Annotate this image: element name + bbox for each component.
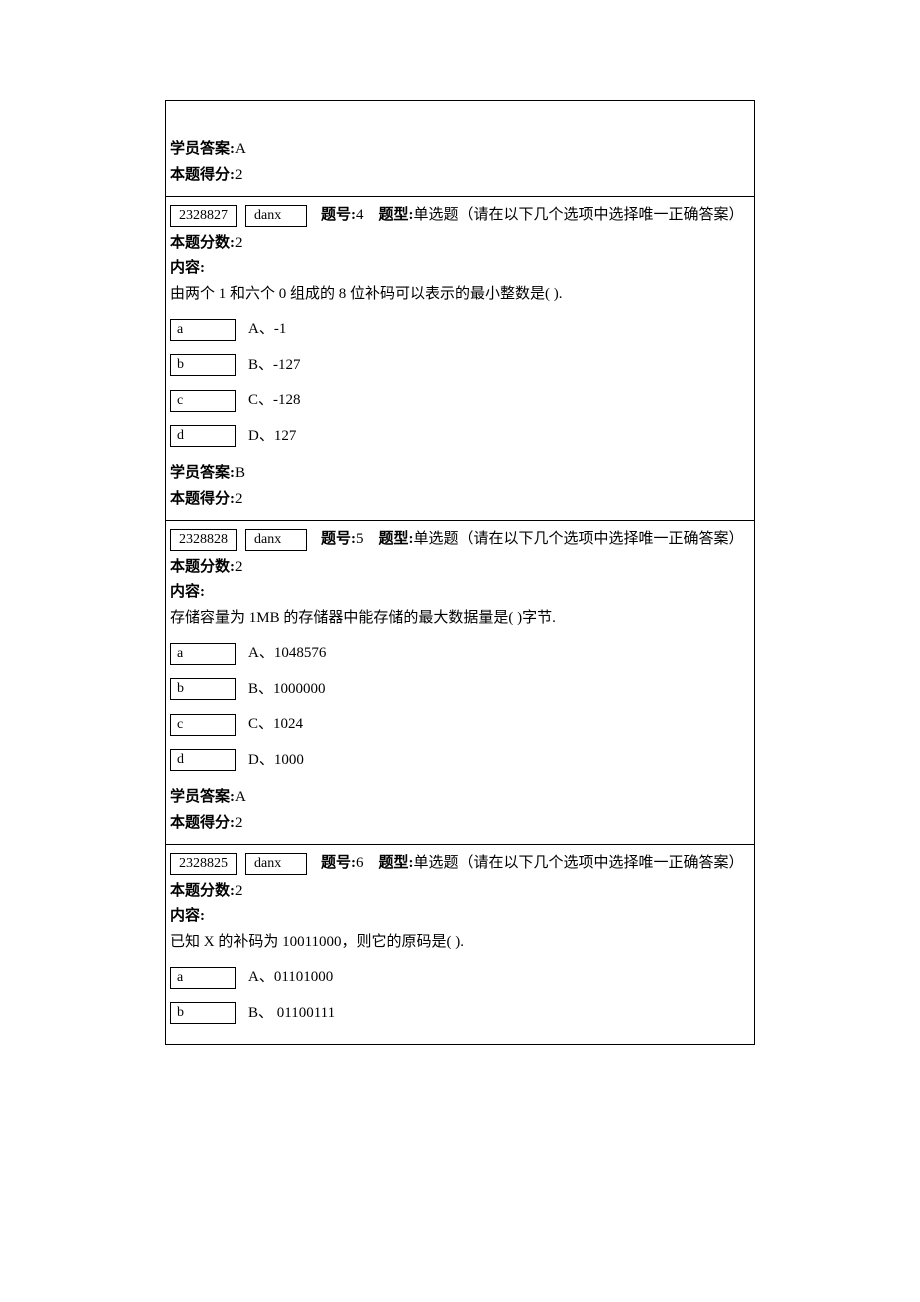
q6-content: 已知 X 的补码为 10011000，则它的原码是( ). — [170, 930, 750, 956]
q5-content: 存储容量为 1MB 的存储器中能存储的最大数据量是( )字节. — [170, 606, 750, 632]
score-earned-label: 本题得分: — [170, 815, 235, 831]
q4-id-box: 2328827 — [170, 205, 237, 227]
content-label: 内容: — [170, 256, 750, 282]
q4-header: 2328827 danx 题号:4 题型:单选题（请在以下几个选项中选择唯一正确… — [170, 203, 750, 229]
student-answer-label: 学员答案: — [170, 465, 235, 481]
qtype-label: 题型: — [379, 531, 414, 547]
student-answer-value: A — [235, 141, 246, 157]
q4-opt-c-box: c — [170, 390, 236, 412]
q5-id-box: 2328828 — [170, 529, 237, 551]
q6-opt-b-box: b — [170, 1002, 236, 1024]
cell-q6: 2328825 danx 题号:6 题型:单选题（请在以下几个选项中选择唯一正确… — [166, 845, 755, 1045]
q5-opt-a-box: a — [170, 643, 236, 665]
q5-type-desc: 单选题（请在以下几个选项中选择唯一正确答案） — [414, 531, 744, 547]
q6-option-b[interactable]: b B、 01100111 — [170, 1001, 750, 1027]
q4-opt-a-box: a — [170, 319, 236, 341]
q4-opt-d-box: d — [170, 425, 236, 447]
student-answer-label: 学员答案: — [170, 789, 235, 805]
q4-option-b[interactable]: b B、-127 — [170, 353, 750, 379]
q4-type-desc: 单选题（请在以下几个选项中选择唯一正确答案） — [414, 207, 744, 223]
q5-max-score: 2 — [235, 559, 243, 575]
q5-opt-c-box: c — [170, 714, 236, 736]
qnum-label: 题号: — [321, 855, 356, 871]
q5-opt-b-box: b — [170, 678, 236, 700]
max-score-label: 本题分数: — [170, 559, 235, 575]
q6-type-desc: 单选题（请在以下几个选项中选择唯一正确答案） — [414, 855, 744, 871]
q6-opt-a-text: A、01101000 — [248, 965, 333, 991]
cell-q4: 2328827 danx 题号:4 题型:单选题（请在以下几个选项中选择唯一正确… — [166, 197, 755, 521]
cell-q5: 2328828 danx 题号:5 题型:单选题（请在以下几个选项中选择唯一正确… — [166, 521, 755, 845]
q4-opt-c-text: C、-128 — [248, 388, 301, 414]
content-label: 内容: — [170, 580, 750, 606]
q6-opt-b-text: B、 01100111 — [248, 1001, 335, 1027]
q5-option-b[interactable]: b B、1000000 — [170, 677, 750, 703]
q4-num: 4 — [356, 207, 364, 223]
qnum-label: 题号: — [321, 531, 356, 547]
q5-opt-c-text: C、1024 — [248, 712, 303, 738]
q4-option-d[interactable]: d D、127 — [170, 424, 750, 450]
q5-student-answer: A — [235, 789, 246, 805]
q6-opt-a-box: a — [170, 967, 236, 989]
page-container: 学员答案:A 本题得分:2 2328827 danx 题号:4 题型:单选题（请… — [0, 0, 920, 1095]
q6-type-box: danx — [245, 853, 307, 875]
q5-opt-b-text: B、1000000 — [248, 677, 326, 703]
q4-option-c[interactable]: c C、-128 — [170, 388, 750, 414]
q5-option-a[interactable]: a A、1048576 — [170, 641, 750, 667]
q4-option-a[interactable]: a A、-1 — [170, 317, 750, 343]
q4-max-score: 2 — [235, 235, 243, 251]
max-score-label: 本题分数: — [170, 235, 235, 251]
q5-opt-a-text: A、1048576 — [248, 641, 326, 667]
q5-type-box: danx — [245, 529, 307, 551]
question-table: 学员答案:A 本题得分:2 2328827 danx 题号:4 题型:单选题（请… — [165, 100, 755, 1045]
q4-content: 由两个 1 和六个 0 组成的 8 位补码可以表示的最小整数是( ). — [170, 282, 750, 308]
q4-opt-b-box: b — [170, 354, 236, 376]
q4-opt-d-text: D、127 — [248, 424, 296, 450]
qtype-label: 题型: — [379, 207, 414, 223]
q6-header: 2328825 danx 题号:6 题型:单选题（请在以下几个选项中选择唯一正确… — [170, 851, 750, 877]
q5-option-c[interactable]: c C、1024 — [170, 712, 750, 738]
q5-option-d[interactable]: d D、1000 — [170, 748, 750, 774]
q6-num: 6 — [356, 855, 364, 871]
q6-option-a[interactable]: a A、01101000 — [170, 965, 750, 991]
qtype-label: 题型: — [379, 855, 414, 871]
q5-header: 2328828 danx 题号:5 题型:单选题（请在以下几个选项中选择唯一正确… — [170, 527, 750, 553]
q6-id-box: 2328825 — [170, 853, 237, 875]
q5-opt-d-text: D、1000 — [248, 748, 304, 774]
q5-num: 5 — [356, 531, 364, 547]
score-earned-label: 本题得分: — [170, 491, 235, 507]
q4-student-answer: B — [235, 465, 245, 481]
q4-opt-b-text: B、-127 — [248, 353, 301, 379]
content-label: 内容: — [170, 904, 750, 930]
score-earned-value: 2 — [235, 167, 243, 183]
q4-opt-a-text: A、-1 — [248, 317, 286, 343]
q6-max-score: 2 — [235, 883, 243, 899]
max-score-label: 本题分数: — [170, 883, 235, 899]
score-earned-label: 本题得分: — [170, 167, 235, 183]
q4-type-box: danx — [245, 205, 307, 227]
student-answer-label: 学员答案: — [170, 141, 235, 157]
q5-opt-d-box: d — [170, 749, 236, 771]
cell-top-partial: 学员答案:A 本题得分:2 — [166, 101, 755, 197]
qnum-label: 题号: — [321, 207, 356, 223]
q5-score-earned: 2 — [235, 815, 243, 831]
q4-score-earned: 2 — [235, 491, 243, 507]
